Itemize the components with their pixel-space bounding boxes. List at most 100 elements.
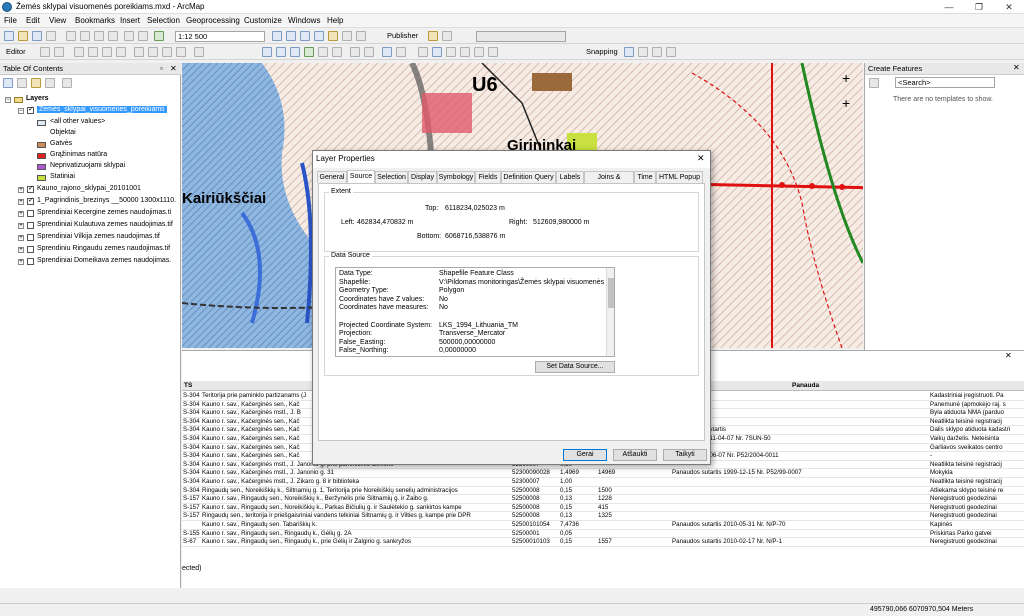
publisher-menu[interactable]: Publisher [387, 31, 418, 40]
layer-visibility-checkbox[interactable] [27, 222, 34, 229]
catalog-icon[interactable] [300, 31, 310, 41]
table-row[interactable]: S-67 Kauno r. sav., Ringaudų sen., Ringau… [182, 538, 1024, 547]
search-window-icon[interactable] [314, 31, 324, 41]
cancel-button[interactable]: Atšaukti [613, 449, 657, 461]
pan-icon[interactable] [290, 47, 300, 57]
data-source-textbox[interactable]: Data Type: Shapefile Feature Class Shapefi… [335, 267, 615, 357]
scale-combo[interactable]: 1:12 500 [175, 31, 265, 42]
expand-layer-icon[interactable]: + [18, 199, 24, 205]
scrollbar-thumb[interactable] [608, 278, 614, 308]
ok-button[interactable]: Gerai [563, 449, 607, 461]
split-icon[interactable] [134, 47, 144, 57]
expand-layer-icon[interactable]: + [18, 223, 24, 229]
table-row[interactable]: S-304 Ringaudų sen., Noreikiškių k., Šilt… [182, 487, 1024, 496]
layers-root[interactable]: Layers [26, 95, 49, 102]
vertex-snapping-icon[interactable] [652, 47, 662, 57]
layer-visibility-checkbox[interactable] [27, 258, 34, 265]
menu-help[interactable]: Help [327, 16, 343, 25]
html-popup-icon[interactable] [460, 47, 470, 57]
python-icon[interactable] [342, 31, 352, 41]
minimize-button[interactable]: — [934, 0, 964, 14]
snapping-menu[interactable]: Snapping [586, 47, 618, 56]
layer-item[interactable]: Sprendiniai Domeikava zemes naudojimas. [37, 257, 171, 264]
table-row[interactable]: S-157 Kauno r. sav., Ringaudų sen., Norei… [182, 495, 1024, 504]
layer-visibility-checkbox[interactable] [27, 234, 34, 241]
fixed-zoom-in-icon[interactable] [318, 47, 328, 57]
rotate-icon[interactable] [148, 47, 158, 57]
editor-toolbar-icon[interactable] [272, 31, 282, 41]
publisher-combo[interactable] [476, 31, 566, 42]
template-search-input[interactable]: <Search> [895, 77, 995, 88]
table-row[interactable]: Kauno r. sav., Ringaudų sen. Tabariškių … [182, 521, 1024, 530]
table-close-icon[interactable]: ✕ [1005, 351, 1012, 360]
menu-edit[interactable]: Edit [26, 16, 40, 25]
redo-icon[interactable] [138, 31, 148, 41]
edge-snapping-icon[interactable] [666, 47, 676, 57]
tab-general[interactable]: General [317, 171, 347, 183]
list-by-source-icon[interactable] [17, 78, 27, 88]
edit-tool-icon[interactable] [40, 47, 50, 57]
layer-visibility-checkbox[interactable] [27, 105, 34, 114]
menu-customize[interactable]: Customize [244, 16, 282, 25]
measure-icon[interactable] [474, 47, 484, 57]
expand-layer-icon[interactable]: + [18, 235, 24, 241]
open-icon[interactable] [18, 31, 28, 41]
layer-visibility-checkbox[interactable] [27, 184, 34, 193]
layer-visibility-checkbox[interactable] [27, 196, 34, 205]
attributes-icon[interactable] [162, 47, 172, 57]
column-panauda[interactable]: Panauda [792, 382, 819, 389]
list-by-visibility-icon[interactable] [31, 78, 41, 88]
end-snapping-icon[interactable] [638, 47, 648, 57]
arctoolbox-icon[interactable] [328, 31, 338, 41]
list-by-selection-icon[interactable] [45, 78, 55, 88]
close-icon[interactable]: ✕ [1013, 63, 1020, 72]
layer-item[interactable]: 1_Pagrindinis_brezinys __50000 1300x1110… [37, 197, 176, 204]
tab-fields[interactable]: Fields [475, 171, 501, 183]
clear-selection-icon[interactable] [396, 47, 406, 57]
menu-selection[interactable]: Selection [147, 16, 180, 25]
tab-definition-query[interactable]: Definition Query [501, 171, 556, 183]
trace-icon[interactable] [102, 47, 112, 57]
apply-button[interactable]: Taikyti [663, 449, 707, 461]
menu-insert[interactable]: Insert [120, 16, 140, 25]
end-point-arc-icon[interactable] [88, 47, 98, 57]
layer-visibility-checkbox[interactable] [27, 210, 34, 217]
tab-selection[interactable]: Selection [375, 171, 408, 183]
straight-segment-icon[interactable] [74, 47, 84, 57]
globe-icon[interactable] [442, 31, 452, 41]
new-icon[interactable] [4, 31, 14, 41]
organize-templates-icon[interactable] [869, 78, 879, 88]
set-data-source-button[interactable]: Set Data Source... [535, 361, 615, 373]
expand-layers-icon[interactable]: − [5, 97, 11, 103]
zoom-in-icon[interactable] [262, 47, 272, 57]
create-features-icon[interactable] [194, 47, 204, 57]
layer-item[interactable]: Kauno_rajono_sklypai_20101001 [37, 185, 141, 192]
layer-visibility-checkbox[interactable] [27, 246, 34, 253]
menu-file[interactable]: File [4, 16, 17, 25]
paste-icon[interactable] [94, 31, 104, 41]
table-row[interactable]: S-157 Ringaudų sen., teritorija ir priešg… [182, 512, 1024, 521]
add-data-icon[interactable] [154, 31, 164, 41]
menu-bookmarks[interactable]: Bookmarks [75, 16, 115, 25]
close-button[interactable]: ✕ [994, 0, 1024, 14]
sketch-properties-icon[interactable] [176, 47, 186, 57]
options-icon[interactable] [62, 78, 72, 88]
column-ts[interactable]: TS [184, 382, 192, 389]
layer-item[interactable]: Sprendiniai Vilkija zemes naudojimas.tif [37, 233, 160, 240]
menu-view[interactable]: View [49, 16, 66, 25]
menu-geoprocessing[interactable]: Geoprocessing [186, 16, 240, 25]
publisher-icon[interactable] [428, 31, 438, 41]
tab-source[interactable]: Source [347, 170, 375, 184]
save-icon[interactable] [32, 31, 42, 41]
close-icon[interactable]: ✕ [170, 64, 177, 73]
zoom-out-icon[interactable] [276, 47, 286, 57]
model-builder-icon[interactable] [356, 31, 366, 41]
expand-layer-icon[interactable]: − [18, 108, 24, 114]
list-by-drawing-order-icon[interactable] [3, 78, 13, 88]
layer-item[interactable]: Sprendiniu Ringaudu zemes naudojimas.tif [37, 245, 170, 252]
select-features-icon[interactable] [382, 47, 392, 57]
tab-symbology[interactable]: Symbology [437, 171, 475, 183]
edit-annotation-icon[interactable] [54, 47, 64, 57]
tab-labels[interactable]: Labels [556, 171, 584, 183]
editor-menu[interactable]: Editor [6, 47, 26, 56]
